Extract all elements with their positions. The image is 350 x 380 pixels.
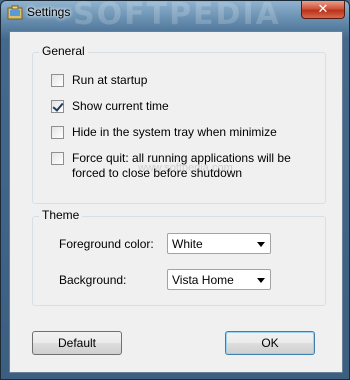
hide-in-tray-checkbox[interactable] — [51, 126, 64, 139]
softpedia-overlay-text: www.softpedia.com — [138, 162, 233, 174]
settings-window: Settings SOFTPEDIA ✕ General Run at star… — [0, 0, 350, 380]
run-at-startup-option[interactable]: Run at startup — [51, 73, 147, 88]
show-current-time-checkbox[interactable] — [51, 100, 64, 113]
foreground-color-label: Foreground color: — [59, 237, 154, 251]
show-current-time-option[interactable]: Show current time — [51, 99, 169, 114]
general-group: General Run at startup Show current time… — [32, 44, 326, 204]
general-group-label: General — [39, 44, 88, 58]
window-title: Settings — [27, 5, 71, 19]
background-select[interactable]: Vista Home — [167, 269, 271, 290]
foreground-color-value: White — [172, 237, 203, 251]
app-icon — [7, 5, 23, 20]
watermark: SOFTPEDIA — [73, 0, 281, 32]
foreground-color-select[interactable]: White — [167, 233, 271, 254]
chevron-down-icon — [257, 278, 265, 283]
run-at-startup-label: Run at startup — [72, 73, 148, 87]
close-button[interactable]: ✕ — [301, 1, 345, 19]
force-quit-checkbox[interactable] — [51, 152, 64, 165]
chevron-down-icon — [257, 242, 265, 247]
theme-group-label: Theme — [39, 208, 83, 222]
theme-group: Theme Foreground color: White Background… — [32, 208, 326, 306]
run-at-startup-checkbox[interactable] — [51, 74, 64, 87]
hide-in-tray-option[interactable]: Hide in the system tray when minimize — [51, 125, 277, 140]
settings-panel: General Run at startup Show current time… — [9, 31, 343, 373]
hide-in-tray-label: Hide in the system tray when minimize — [72, 125, 277, 139]
default-button[interactable]: Default — [32, 331, 122, 355]
close-icon: ✕ — [317, 1, 329, 16]
title-bar[interactable]: Settings SOFTPEDIA ✕ — [1, 1, 349, 32]
background-label: Background: — [59, 273, 127, 287]
background-value: Vista Home — [172, 273, 234, 287]
ok-button[interactable]: OK — [225, 331, 315, 355]
show-current-time-label: Show current time — [72, 99, 169, 113]
